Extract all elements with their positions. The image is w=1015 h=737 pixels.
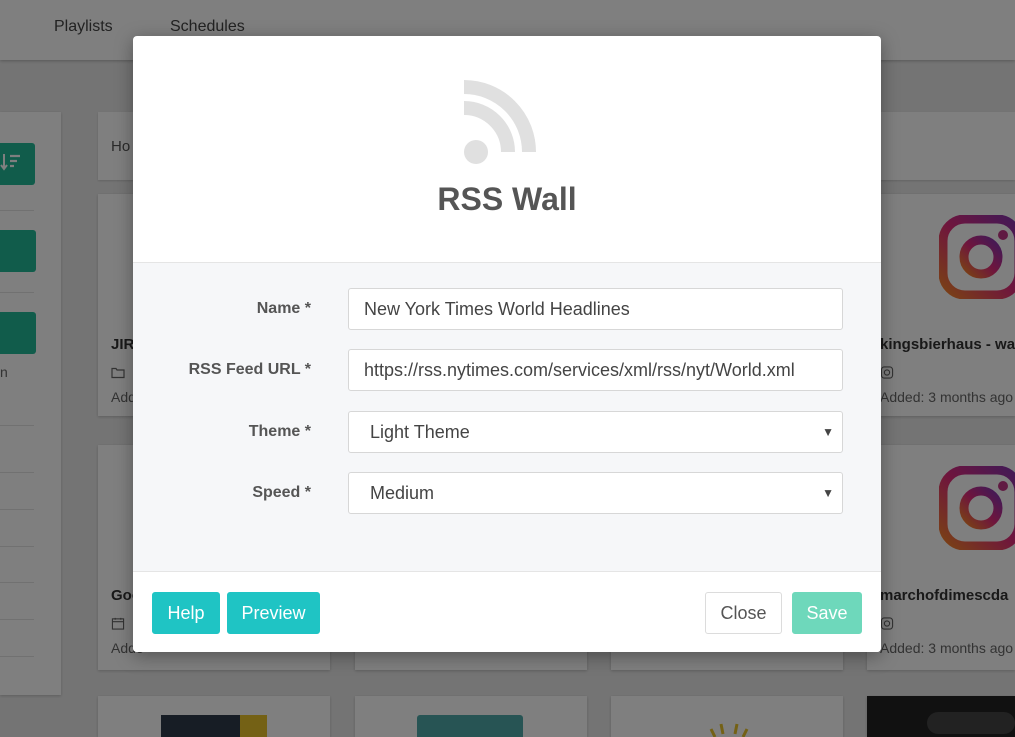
- speed-row: Speed * Medium ▼: [133, 472, 881, 514]
- rss-url-row: RSS Feed URL *: [133, 349, 881, 391]
- name-input[interactable]: [348, 288, 843, 330]
- theme-selected-value: Light Theme: [370, 422, 470, 442]
- theme-row: Theme * Light Theme ▼: [133, 411, 881, 453]
- name-label: Name *: [256, 300, 311, 317]
- rss-icon: [464, 80, 536, 164]
- speed-label: Speed *: [252, 484, 311, 501]
- help-button[interactable]: Help: [152, 592, 220, 634]
- chevron-down-icon: ▼: [822, 425, 834, 439]
- chevron-down-icon: ▼: [822, 486, 834, 500]
- save-button[interactable]: Save: [792, 592, 862, 634]
- modal-title: RSS Wall: [437, 181, 577, 217]
- name-row: Name *: [133, 288, 881, 330]
- theme-label: Theme *: [248, 423, 311, 440]
- speed-select[interactable]: Medium ▼: [348, 472, 843, 514]
- modal-footer: Help Preview Close Save: [133, 571, 881, 652]
- speed-selected-value: Medium: [370, 483, 435, 503]
- rss-url-label: RSS Feed URL *: [188, 361, 311, 378]
- rss-wall-modal: RSS Wall Name * RSS Feed URL * Theme * L…: [133, 36, 881, 652]
- modal-header: RSS Wall: [133, 36, 881, 263]
- rss-url-input[interactable]: [348, 349, 843, 391]
- preview-button[interactable]: Preview: [227, 592, 320, 634]
- modal-form: Name * RSS Feed URL * Theme * Light Them…: [133, 263, 881, 572]
- theme-select[interactable]: Light Theme ▼: [348, 411, 843, 453]
- close-button[interactable]: Close: [705, 592, 782, 634]
